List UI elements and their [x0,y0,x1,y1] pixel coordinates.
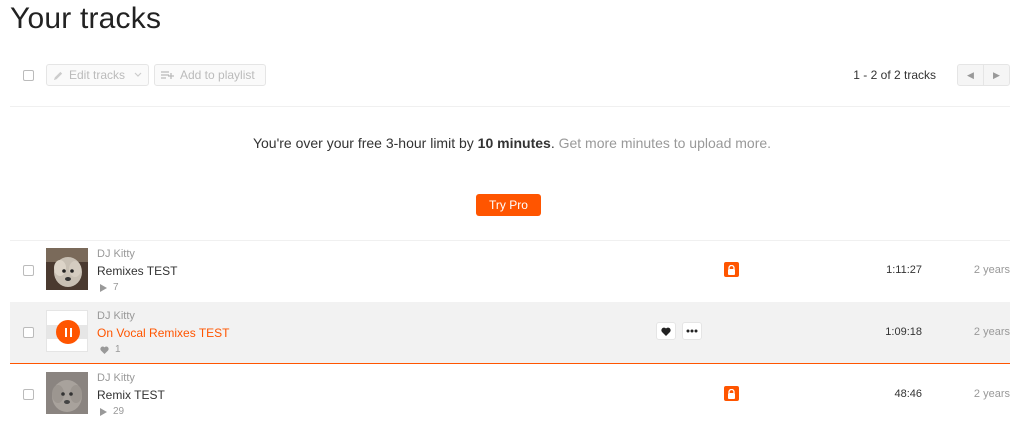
track-stats: 7 [100,282,119,293]
track-stats: 1 [100,344,121,355]
track-checkbox[interactable] [23,389,34,400]
toolbar: Edit tracks Add to playlist 1 - 2 of 2 t… [10,62,1010,88]
edit-tracks-button[interactable]: Edit tracks [46,64,149,86]
notice-amount: 10 minutes [477,135,551,151]
like-button[interactable] [656,322,676,340]
track-duration: 48:46 [894,388,922,400]
try-pro-button[interactable]: Try Pro [476,194,541,216]
heart-icon [100,346,109,354]
track-artwork[interactable] [46,372,88,414]
track-age: 2 years [973,264,1010,276]
select-all-checkbox[interactable] [23,70,34,81]
get-more-minutes-link[interactable]: Get more minutes to upload more. [559,135,771,151]
play-count: 29 [113,406,125,417]
add-to-playlist-icon [161,70,174,79]
track-stats: 29 [100,406,124,417]
track-artwork[interactable] [46,248,88,290]
next-page-icon[interactable]: ▶ [984,65,1009,85]
add-to-playlist-label: Add to playlist [180,68,255,82]
pause-button[interactable] [56,320,80,344]
pause-icon [69,327,72,337]
track-duration: 1:11:27 [886,264,922,276]
heart-icon [661,327,671,336]
pause-icon [64,327,67,337]
play-icon [100,407,107,416]
play-count: 7 [113,282,119,293]
chevron-down-icon [134,72,142,77]
divider [10,106,1010,107]
track-title[interactable]: Remixes TEST [97,264,177,278]
track-artist[interactable]: DJ Kitty [97,310,135,322]
track-age: 2 years [973,388,1010,400]
track-row[interactable]: DJ Kitty Remix TEST 29 48:46 2 years [10,364,1010,425]
lock-icon [724,262,739,277]
pencil-icon [53,71,63,80]
more-icon [686,329,698,333]
like-count: 1 [115,344,121,355]
track-age: 2 years [973,326,1010,338]
edit-tracks-label: Edit tracks [69,68,126,82]
track-count: 1 - 2 of 2 tracks [853,68,936,82]
page-title: Your tracks [10,2,162,35]
more-button[interactable] [682,322,702,340]
track-duration: 1:09:18 [885,326,922,338]
track-row[interactable]: DJ Kitty Remixes TEST 7 1:11:27 2 years [10,240,1010,302]
track-title[interactable]: Remix TEST [97,388,165,402]
track-title[interactable]: On Vocal Remixes TEST [97,326,230,340]
upload-limit-notice: You're over your free 3-hour limit by 10… [0,135,1024,151]
pager: ◀ ▶ [957,64,1010,86]
track-artist[interactable]: DJ Kitty [97,248,135,260]
track-artwork[interactable] [46,310,88,352]
lock-icon [724,386,739,401]
add-to-playlist-button[interactable]: Add to playlist [154,64,266,86]
track-checkbox[interactable] [23,327,34,338]
notice-prefix: You're over your free 3-hour limit by [252,135,478,151]
track-artist[interactable]: DJ Kitty [97,372,135,384]
track-checkbox[interactable] [23,265,34,276]
track-row[interactable]: DJ Kitty On Vocal Remixes TEST 1 1:09:18… [10,302,1010,364]
play-icon [100,283,107,292]
prev-page-icon[interactable]: ◀ [958,65,984,85]
notice-suffix: . [550,135,555,151]
